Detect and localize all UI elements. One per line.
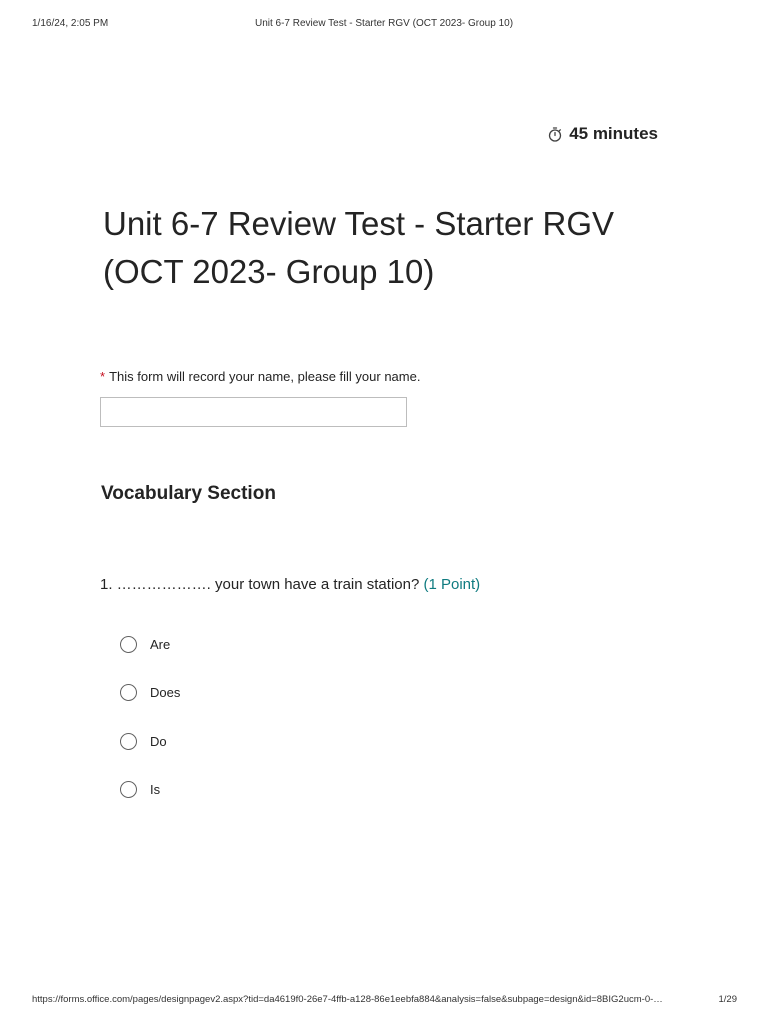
form-title: Unit 6-7 Review Test - Starter RGV (OCT … bbox=[103, 200, 663, 296]
option-are[interactable]: Are bbox=[120, 620, 180, 669]
option-label: Are bbox=[150, 636, 171, 652]
name-input[interactable] bbox=[100, 397, 407, 427]
question-1: 1. ………………. your town have a train statio… bbox=[100, 576, 480, 593]
option-is[interactable]: Is bbox=[120, 766, 180, 815]
stopwatch-icon bbox=[547, 126, 563, 142]
radio-button[interactable] bbox=[120, 781, 137, 799]
print-header-title: Unit 6-7 Review Test - Starter RGV (OCT … bbox=[254, 18, 514, 29]
form-title-line1: Unit 6-7 Review Test - Starter RGV bbox=[103, 205, 615, 242]
option-label: Do bbox=[150, 733, 167, 749]
print-footer-page-number: 1/29 bbox=[718, 994, 738, 1005]
question-1-options: Are Does Do Is bbox=[120, 620, 180, 814]
name-question: * This form will record your name, please… bbox=[100, 369, 420, 384]
option-do[interactable]: Do bbox=[120, 717, 180, 766]
name-question-text: This form will record your name, please … bbox=[109, 369, 421, 384]
radio-button[interactable] bbox=[120, 732, 137, 750]
option-label: Does bbox=[150, 685, 181, 701]
form-title-line2: (OCT 2023- Group 10) bbox=[103, 253, 435, 290]
section-title: Vocabulary Section bbox=[101, 483, 276, 504]
print-footer-url: https://forms.office.com/pages/designpag… bbox=[32, 994, 663, 1005]
radio-button[interactable] bbox=[120, 684, 137, 702]
option-does[interactable]: Does bbox=[120, 669, 180, 718]
question-1-text: 1. ………………. your town have a train statio… bbox=[100, 576, 420, 593]
required-asterisk: * bbox=[100, 369, 106, 384]
question-1-points: (1 Point) bbox=[423, 576, 481, 593]
print-page: 1/16/24, 2:05 PM Unit 6-7 Review Test - … bbox=[0, 0, 768, 1024]
radio-button[interactable] bbox=[120, 635, 137, 653]
timer: 45 minutes bbox=[547, 124, 658, 144]
timer-label: 45 minutes bbox=[569, 124, 658, 143]
option-label: Is bbox=[150, 782, 161, 798]
